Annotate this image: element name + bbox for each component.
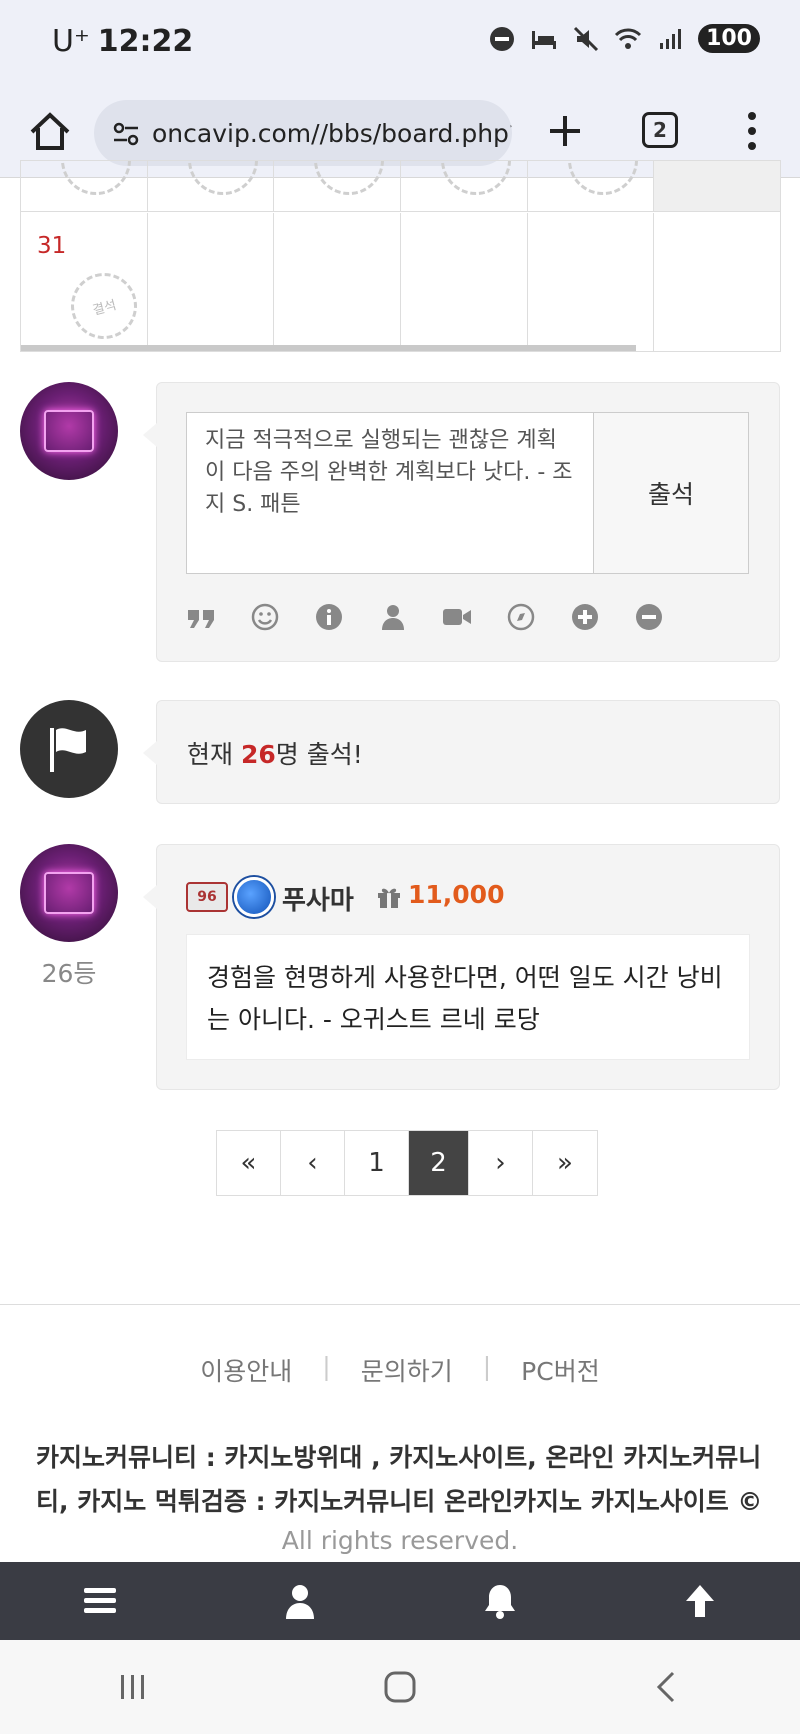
- page-prev-button[interactable]: ‹: [281, 1131, 345, 1195]
- footer-description: 카지노커뮤니티 : 카지노방위대 , 카지노사이트, 온라인 카지노커뮤니티, …: [36, 1443, 763, 1516]
- url-bar[interactable]: oncavip.com//bbs/board.php?: [94, 100, 512, 166]
- pagination: « ‹ 1 2 › »: [216, 1130, 598, 1196]
- status-icons: 100: [488, 24, 760, 53]
- home-nav-icon[interactable]: [380, 1667, 420, 1707]
- mute-icon: [572, 25, 600, 53]
- wifi-icon: [614, 25, 642, 53]
- quote-icon[interactable]: [186, 602, 216, 632]
- footer-link-pc[interactable]: PC버전: [491, 1352, 630, 1388]
- signal-icon: [656, 25, 684, 53]
- calendar-day-number: 31: [37, 233, 67, 259]
- plus-icon: [550, 116, 580, 146]
- tab-switcher-button[interactable]: 2: [642, 112, 678, 148]
- arrow-up-icon[interactable]: [680, 1581, 720, 1621]
- horizontal-scrollbar[interactable]: [21, 345, 636, 351]
- browser-menu-button[interactable]: [740, 106, 764, 156]
- bell-icon[interactable]: [480, 1581, 520, 1621]
- page-2-button-active[interactable]: 2: [409, 1131, 469, 1195]
- page-next-button[interactable]: ›: [469, 1131, 533, 1195]
- calendar-cell: [274, 213, 402, 351]
- calendar-cell: [148, 213, 275, 351]
- url-text: oncavip.com//bbs/board.php?: [152, 118, 512, 148]
- footer-link-inquiry[interactable]: 문의하기: [331, 1352, 483, 1388]
- attendance-rank: 26등: [41, 959, 97, 988]
- page-last-button[interactable]: »: [533, 1131, 597, 1195]
- footer-divider: [0, 1304, 800, 1305]
- calendar-cell: [654, 161, 780, 211]
- plus-circle-icon[interactable]: [570, 602, 600, 632]
- more-vert-icon: [748, 112, 756, 150]
- bed-icon: [530, 25, 558, 53]
- site-settings-icon[interactable]: [112, 120, 140, 148]
- calendar-cell-31: 31 결석: [21, 213, 148, 351]
- video-icon[interactable]: [442, 602, 472, 632]
- recents-icon[interactable]: [113, 1667, 153, 1707]
- bottom-nav: [0, 1562, 800, 1640]
- post-body: 경험을 현명하게 사용한다면, 어떤 일도 시간 낭비는 아니다. - 오귀스트…: [186, 934, 750, 1060]
- post-username[interactable]: 푸사마: [282, 880, 354, 917]
- compass-icon[interactable]: [506, 602, 536, 632]
- carrier-label: U⁺: [52, 24, 90, 59]
- minus-circle-icon[interactable]: [634, 602, 664, 632]
- gift-icon: [378, 888, 400, 908]
- page-1-button[interactable]: 1: [345, 1131, 409, 1195]
- attendance-message-input[interactable]: 지금 적극적으로 실행되는 괜찮은 계획이 다음 주의 완벽한 계획보다 낫다.…: [186, 412, 594, 574]
- flag-icon: [50, 728, 86, 772]
- status-bar: U⁺ 12:22 100: [0, 0, 800, 86]
- footer-links: 이용안내 | 문의하기 | PC버전: [0, 1352, 800, 1388]
- info-icon[interactable]: [314, 602, 344, 632]
- calendar-cell: [401, 161, 528, 211]
- system-nav-bar: [0, 1640, 800, 1734]
- user-avatar[interactable]: [20, 844, 118, 942]
- footer-rights: All rights reserved.: [281, 1526, 519, 1555]
- attendance-count-box: 현재 26명 출석!: [143, 700, 780, 804]
- footer-link-guide[interactable]: 이용안내: [170, 1352, 322, 1388]
- new-tab-button[interactable]: [540, 106, 590, 156]
- smile-icon[interactable]: [250, 602, 280, 632]
- attendance-calendar: 31 결석: [20, 160, 781, 352]
- calendar-cell: [21, 161, 148, 211]
- hamburger-menu-icon[interactable]: [80, 1581, 120, 1621]
- attendance-count-number: 26: [240, 740, 276, 769]
- calendar-cell: [148, 161, 275, 211]
- avatar: [20, 382, 118, 480]
- home-button[interactable]: [24, 106, 76, 158]
- globe-badge-icon: [234, 877, 274, 917]
- user-icon[interactable]: [280, 1581, 320, 1621]
- dnd-icon: [488, 25, 516, 53]
- level-badge: 96: [186, 882, 228, 912]
- attendance-stamp: 결석: [63, 265, 145, 347]
- footer-separator: |: [322, 1352, 331, 1381]
- calendar-cell: [528, 213, 655, 351]
- attendance-count-text: 현재 26명 출석!: [187, 740, 363, 769]
- status-time: U⁺ 12:22: [52, 24, 194, 59]
- back-icon[interactable]: [647, 1667, 687, 1707]
- page-first-button[interactable]: «: [217, 1131, 281, 1195]
- post-points: 11,000: [408, 880, 505, 909]
- calendar-cell: [274, 161, 402, 211]
- attendance-submit-button[interactable]: 출석: [593, 412, 749, 574]
- calendar-cell: [528, 161, 655, 211]
- editor-toolbar: [186, 602, 664, 632]
- footer-separator: |: [482, 1352, 492, 1381]
- calendar-cell: [401, 213, 528, 351]
- home-icon: [30, 112, 70, 150]
- calendar-cell: [654, 213, 780, 351]
- flag-avatar: [20, 700, 118, 798]
- user-icon[interactable]: [378, 602, 408, 632]
- battery-indicator: 100: [698, 24, 760, 53]
